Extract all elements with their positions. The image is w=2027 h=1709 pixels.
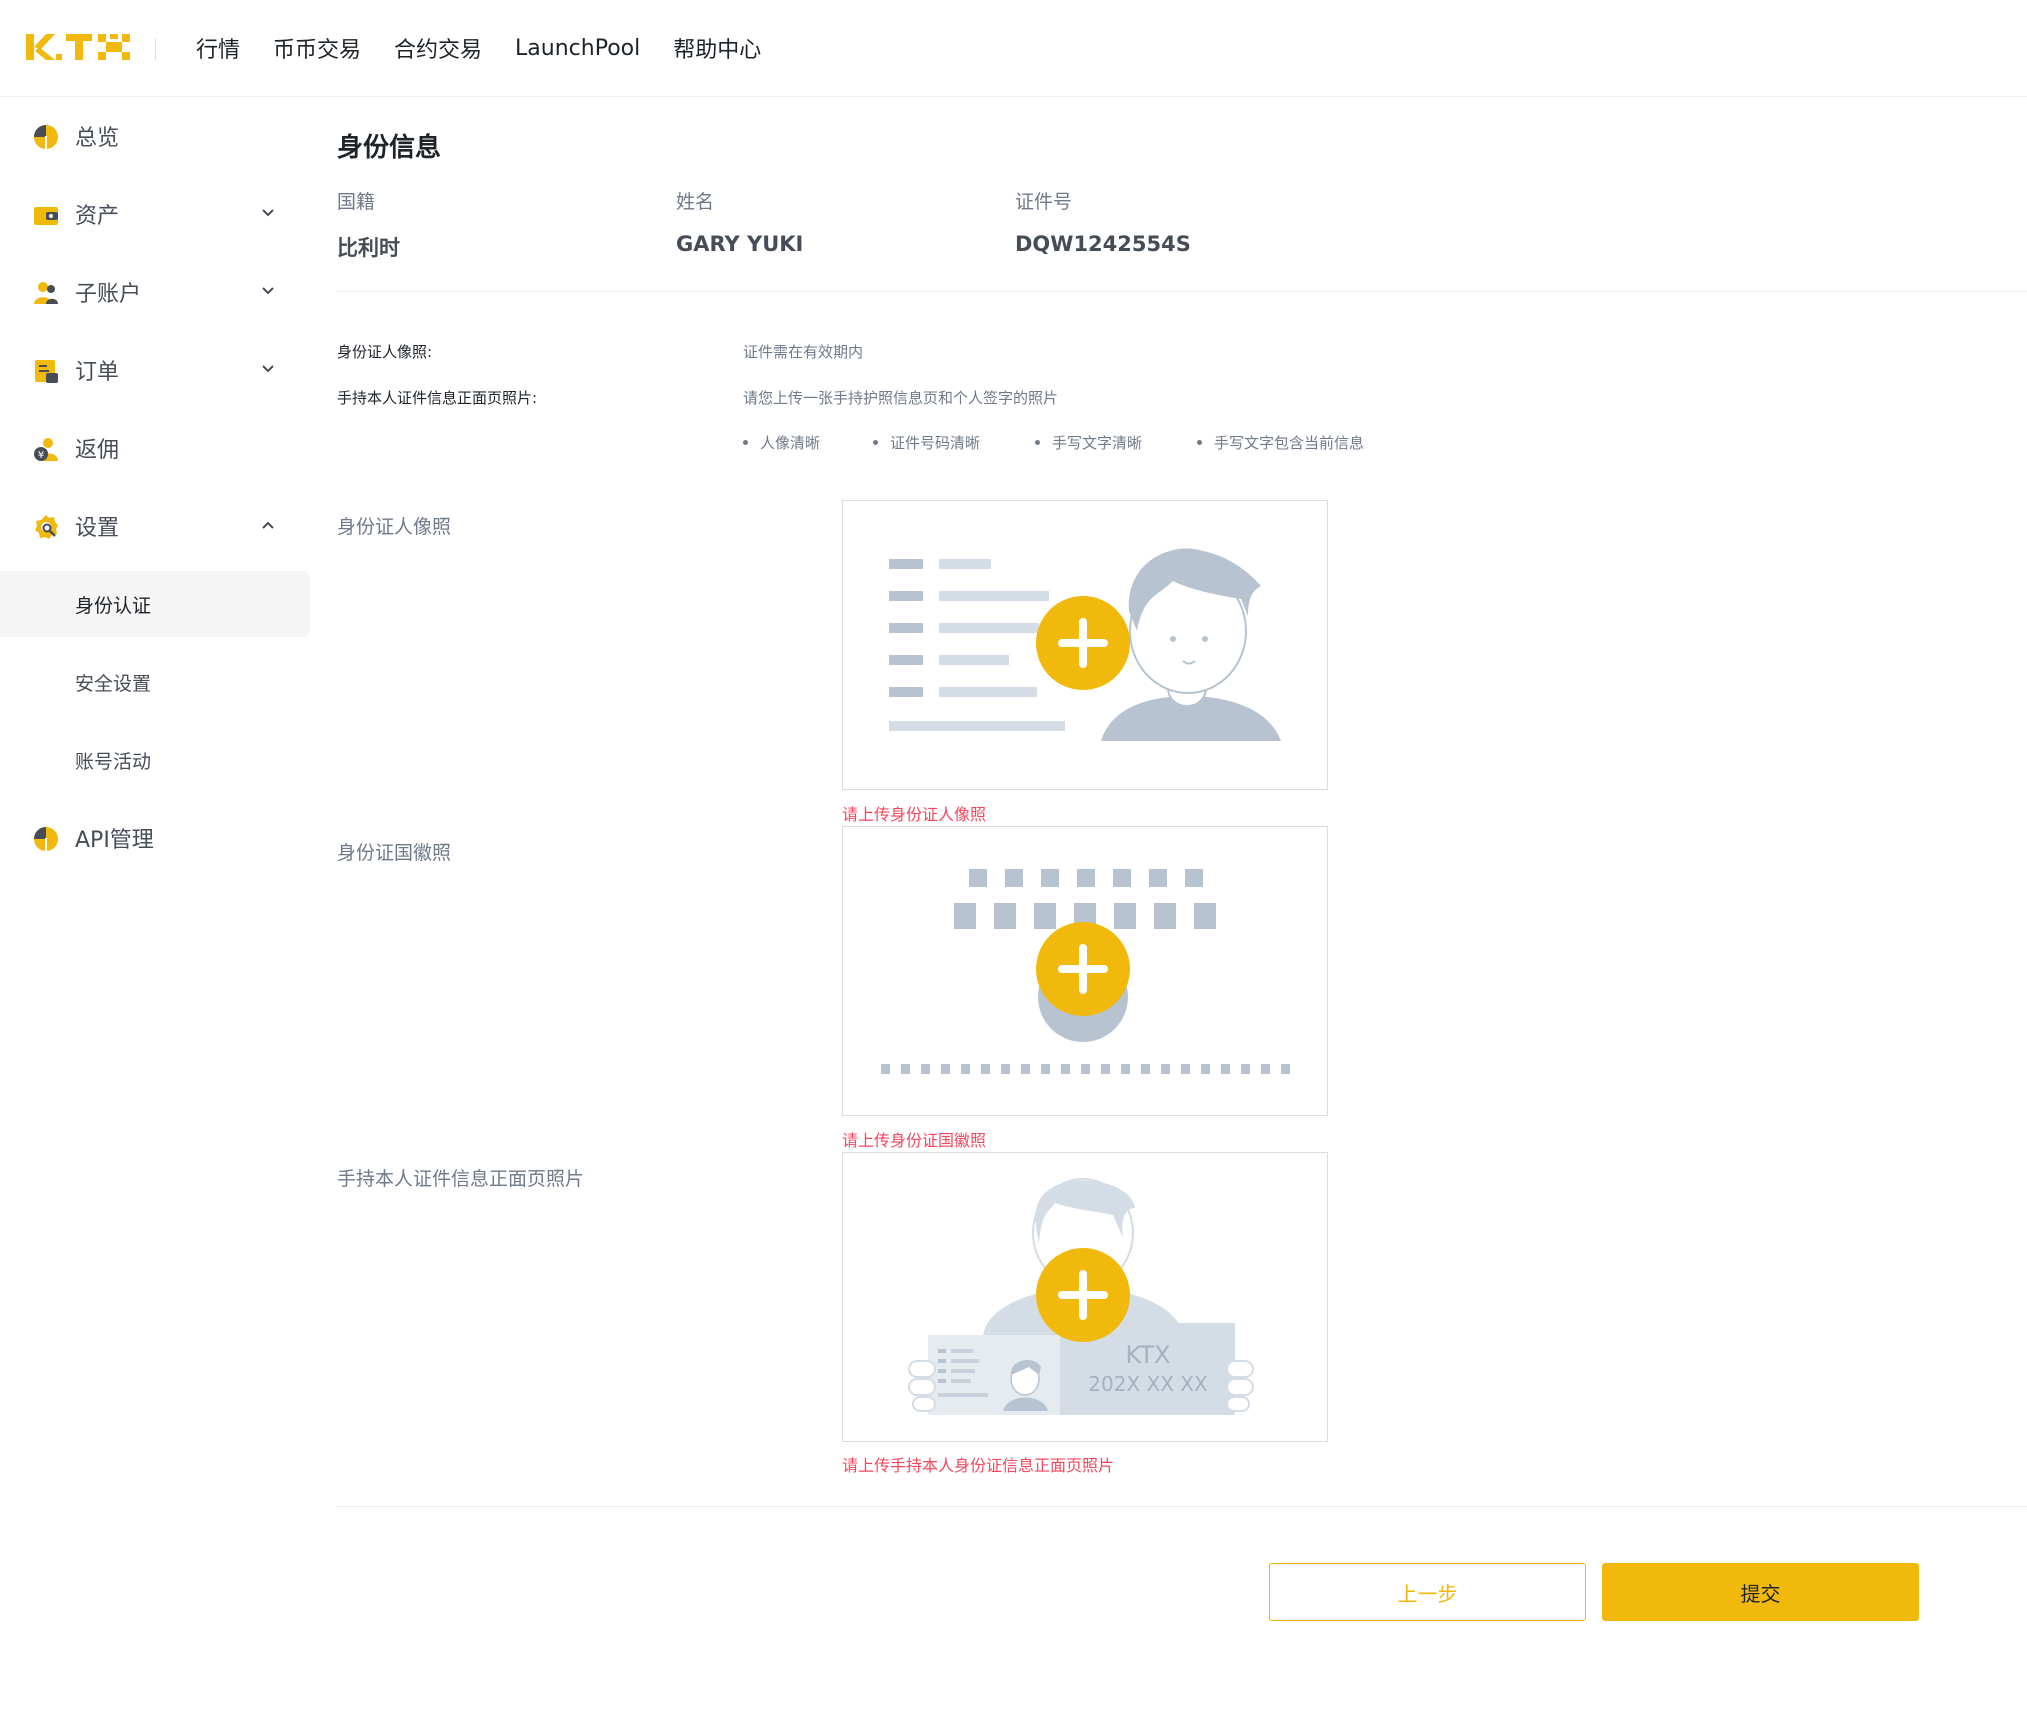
bullet-item: 人像清晰 xyxy=(743,432,873,453)
api-icon xyxy=(34,827,58,851)
emblem-upload-error: 请上传身份证国徽照 xyxy=(842,1131,987,1150)
bullet-item: 手写文字清晰 xyxy=(1035,432,1197,453)
nationality-field: 国籍 比利时 xyxy=(337,187,400,262)
handheld-id-illustration: KTX 202X XX XX xyxy=(908,1178,1254,1415)
sidebar-item-label: 安全设置 xyxy=(75,672,152,695)
sidebar-item-orders[interactable]: 订单 xyxy=(0,331,312,409)
users-icon xyxy=(34,282,58,304)
submit-button[interactable]: 提交 xyxy=(1602,1563,1919,1621)
portrait-upload-label: 身份证人像照 xyxy=(337,516,452,538)
sidebar-item-label: 设置 xyxy=(75,516,120,541)
emblem-upload-label: 身份证国徽照 xyxy=(337,842,452,864)
handheld-upload-error: 请上传手持本人身份证信息正面页照片 xyxy=(842,1456,1115,1475)
name-field: 姓名 GARY YUKI xyxy=(676,187,803,256)
sidebar-item-label: 订单 xyxy=(75,360,120,385)
nav-launchpool[interactable]: LaunchPool xyxy=(515,36,640,61)
card-brand-text: KTX xyxy=(1126,1341,1171,1369)
logo-divider xyxy=(155,38,156,60)
pie-chart-icon xyxy=(34,125,58,149)
id-emblem-illustration xyxy=(881,869,1290,1074)
nav-help-center[interactable]: 帮助中心 xyxy=(673,32,761,64)
sidebar-item-label: API管理 xyxy=(75,828,154,853)
order-icon xyxy=(35,360,58,383)
name-label: 姓名 xyxy=(676,191,715,213)
bullet-item: 证件号码清晰 xyxy=(873,432,1035,453)
divider xyxy=(337,1506,2027,1507)
sidebar-item-label: 返佣 xyxy=(75,438,120,463)
wallet-icon xyxy=(34,207,58,225)
handheld-upload-box[interactable]: KTX 202X XX XX xyxy=(842,1152,1328,1442)
sidebar-item-label: 资产 xyxy=(75,204,120,229)
portrait-upload-error: 请上传身份证人像照 xyxy=(842,805,987,824)
previous-step-button[interactable]: 上一步 xyxy=(1269,1563,1586,1621)
chevron-down-icon xyxy=(262,287,274,295)
nationality-label: 国籍 xyxy=(337,191,376,213)
sidebar-item-label: 身份认证 xyxy=(75,594,152,617)
portrait-requirement-label: 身份证人像照: xyxy=(337,343,433,361)
name-value: GARY YUKI xyxy=(676,232,804,256)
card-date-text: 202X XX XX xyxy=(1088,1372,1208,1396)
ktx-logo[interactable] xyxy=(26,30,134,64)
top-header: 行情 币币交易 合约交易 LaunchPool 帮助中心 xyxy=(0,0,2027,97)
divider xyxy=(337,291,2027,292)
emblem-upload-box[interactable] xyxy=(842,826,1328,1116)
settings-icon xyxy=(35,515,58,539)
sidebar-item-label: 账号活动 xyxy=(75,750,152,773)
portrait-requirement-text: 证件需在有效期内 xyxy=(743,343,864,361)
nationality-value: 比利时 xyxy=(337,236,400,260)
sidebar: 总览 资产 子账户 订单 ¥ 返佣 设置 身份认证 安全设置 账号活动 API管… xyxy=(0,97,312,877)
nav-market[interactable]: 行情 xyxy=(196,32,240,64)
sidebar-item-overview[interactable]: 总览 xyxy=(0,97,312,175)
id-portrait-illustration xyxy=(889,548,1281,741)
sidebar-item-security-settings[interactable]: 安全设置 xyxy=(0,643,312,721)
sidebar-item-sub-accounts[interactable]: 子账户 xyxy=(0,253,312,331)
chevron-down-icon xyxy=(262,209,274,217)
id-number-value: DQW1242554S xyxy=(1015,232,1191,256)
nav-spot-trading[interactable]: 币币交易 xyxy=(273,32,361,64)
sidebar-item-api-management[interactable]: API管理 xyxy=(0,799,312,877)
chevron-down-icon xyxy=(262,365,274,373)
portrait-upload-box[interactable] xyxy=(842,500,1328,790)
bullet-item: 手写文字包含当前信息 xyxy=(1197,432,1364,453)
handheld-requirement-text: 请您上传一张手持护照信息页和个人签字的照片 xyxy=(743,389,1059,407)
handheld-requirement-label: 手持本人证件信息正面页照片: xyxy=(337,389,538,407)
handheld-upload-label: 手持本人证件信息正面页照片 xyxy=(337,1168,585,1190)
nav-futures-trading[interactable]: 合约交易 xyxy=(394,32,482,64)
chevron-up-icon xyxy=(262,521,274,529)
sidebar-item-label: 子账户 xyxy=(75,282,142,307)
sidebar-item-account-activity[interactable]: 账号活动 xyxy=(0,721,312,799)
sidebar-item-assets[interactable]: 资产 xyxy=(0,175,312,253)
sidebar-item-label: 总览 xyxy=(75,126,120,151)
sidebar-item-rebate[interactable]: ¥ 返佣 xyxy=(0,409,312,487)
sidebar-item-settings[interactable]: 设置 xyxy=(0,487,312,565)
id-number-label: 证件号 xyxy=(1015,191,1073,213)
rebate-icon: ¥ xyxy=(34,438,58,461)
page-title: 身份信息 xyxy=(337,133,442,163)
svg-text:¥: ¥ xyxy=(38,450,44,461)
sidebar-item-identity-verification[interactable]: 身份认证 xyxy=(0,571,310,637)
requirement-bullets: 人像清晰 证件号码清晰 手写文字清晰 手写文字包含当前信息 xyxy=(743,432,1364,453)
id-number-field: 证件号 DQW1242554S xyxy=(1015,187,1191,256)
top-nav: 行情 币币交易 合约交易 LaunchPool 帮助中心 xyxy=(196,0,761,96)
